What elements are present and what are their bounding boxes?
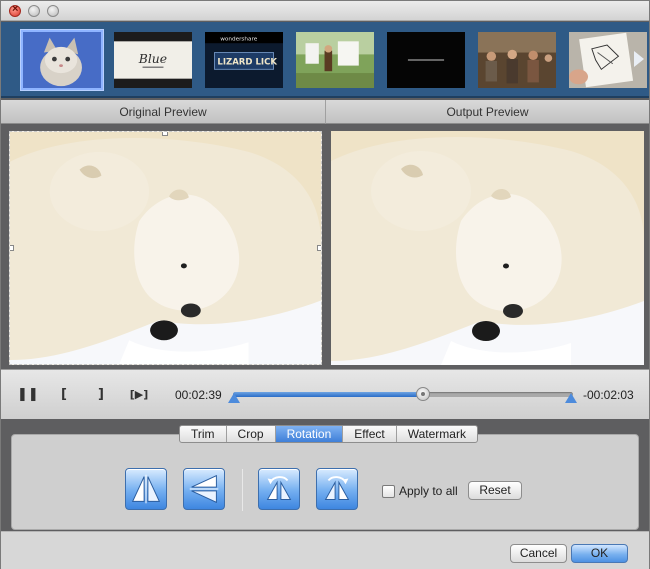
tab-effect[interactable]: Effect <box>343 426 397 442</box>
tab-rotation[interactable]: Rotation <box>275 426 344 442</box>
button-separator <box>242 469 243 511</box>
thumbnail-black-title[interactable] <box>385 30 467 90</box>
apply-to-all-checkbox[interactable] <box>382 485 395 498</box>
rotate-left-icon <box>266 476 292 500</box>
chevron-right-icon[interactable] <box>634 51 644 67</box>
editor-window: Blue wondershare LIZARD LICK <box>0 0 650 569</box>
thumbnail-blue[interactable]: Blue <box>112 30 194 90</box>
thumbnail-group-scene[interactable] <box>476 30 558 90</box>
rotation-panel: Apply to all Reset <box>11 434 639 530</box>
flip-horizontal-icon <box>131 474 161 504</box>
zoom-window-button[interactable] <box>47 5 59 17</box>
flip-horizontal-button[interactable] <box>125 468 167 510</box>
tab-trim[interactable]: Trim <box>180 426 227 442</box>
dialog-footer: Cancel OK <box>1 531 649 569</box>
close-window-button[interactable] <box>9 3 21 17</box>
trim-start-marker[interactable] <box>228 393 240 403</box>
flip-vertical-button[interactable] <box>183 468 225 510</box>
edit-tabs: Trim Crop Rotation Effect Watermark <box>179 425 478 443</box>
crop-handle-right[interactable] <box>317 245 321 251</box>
flip-vertical-icon <box>189 474 219 504</box>
video-thumbnail-strip: Blue wondershare LIZARD LICK <box>1 22 649 98</box>
timeline-slider[interactable] <box>233 387 573 401</box>
current-time: 00:02:39 <box>175 388 222 402</box>
minimize-window-button[interactable] <box>28 5 40 17</box>
timeline-progress <box>233 392 424 397</box>
crop-handle-left[interactable] <box>10 245 14 251</box>
playback-bar: ❚❚ [ ] [▶] 00:02:39 -00:02:03 <box>1 369 649 419</box>
cancel-button[interactable]: Cancel <box>510 544 567 563</box>
remaining-time: -00:02:03 <box>583 388 634 402</box>
next-frame-button[interactable]: [▶] <box>128 387 150 403</box>
mark-in-button[interactable]: [ <box>56 387 72 403</box>
mark-out-button[interactable]: ] <box>93 387 109 403</box>
rotate-right-button[interactable] <box>316 468 358 510</box>
original-preview-label: Original Preview <box>1 100 326 124</box>
thumbnail-kitten[interactable] <box>21 30 103 90</box>
crop-handle-top[interactable] <box>162 132 168 136</box>
reset-button[interactable]: Reset <box>468 481 522 500</box>
thumbnail-wondershare-title: LIZARD LICK <box>217 57 277 67</box>
apply-to-all-label: Apply to all <box>399 484 458 498</box>
trim-end-marker[interactable] <box>565 393 577 403</box>
thumbnail-blue-text: Blue <box>138 52 167 66</box>
thumbnail-wondershare[interactable]: wondershare LIZARD LICK <box>203 30 285 90</box>
tab-crop[interactable]: Crop <box>227 426 276 442</box>
rotate-right-icon <box>324 476 350 500</box>
ok-button[interactable]: OK <box>571 544 628 563</box>
preview-area <box>1 125 649 369</box>
thumbnail-laundry-yard[interactable] <box>294 30 376 90</box>
pause-icon[interactable]: ❚❚ <box>17 387 39 403</box>
title-bar <box>1 1 649 21</box>
tab-watermark[interactable]: Watermark <box>397 426 477 442</box>
thumbnail-wondershare-brand: wondershare <box>220 36 258 42</box>
rotate-left-button[interactable] <box>258 468 300 510</box>
output-preview-image <box>331 131 644 365</box>
timeline-playhead[interactable] <box>416 387 431 401</box>
original-preview-image <box>9 131 322 365</box>
output-preview-label: Output Preview <box>326 100 649 124</box>
